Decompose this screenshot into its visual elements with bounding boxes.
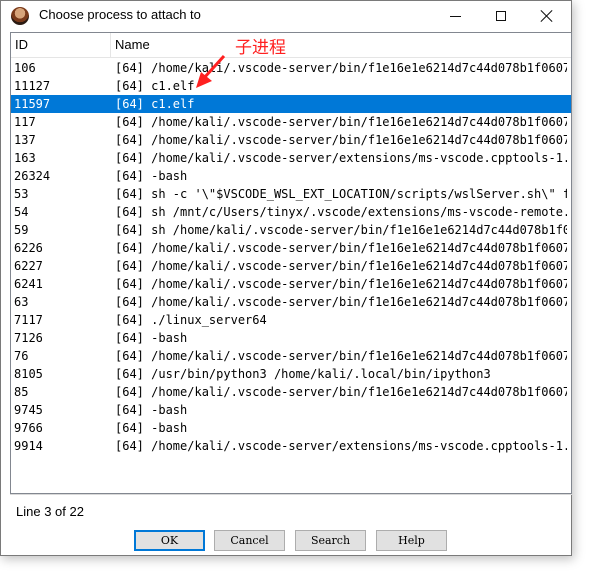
table-row[interactable]: 8105 [64] /usr/bin/python3 /home/kali/.lo… [11,365,571,383]
process-id: 6226 [14,241,43,255]
maximize-button[interactable] [478,1,524,31]
process-id: 163 [14,151,36,165]
process-rows: 106 [64] /home/kali/.vscode-server/bin/f1… [11,59,571,455]
process-name: [64] sh -c '\"$VSCODE_WSL_EXT_LOCATION/s… [115,187,567,201]
process-list[interactable]: ID Name 106 [64] /home/kali/.vscode-serve… [10,32,572,494]
process-name: [64] /home/kali/.vscode-server/extension… [115,151,567,165]
process-name: [64] /home/kali/.vscode-server/bin/f1e16… [115,259,567,273]
process-id: 11127 [14,79,51,93]
process-id: 8105 [14,367,43,381]
table-row[interactable]: 6226 [64] /home/kali/.vscode-server/bin/f… [11,239,571,257]
process-id: 9914 [14,439,43,453]
process-id: 9745 [14,403,43,417]
process-name: [64] -bash [115,169,188,183]
process-name: [64] /home/kali/.vscode-server/extension… [115,439,567,453]
process-id: 11597 [14,97,51,111]
table-row[interactable]: 6241 [64] /home/kali/.vscode-server/bin/f… [11,275,571,293]
table-row[interactable]: 7117 [64] ./linux_server64 [11,311,571,329]
help-button[interactable]: Help [376,530,447,551]
process-name: [64] /home/kali/.vscode-server/bin/f1e16… [115,385,567,399]
process-name: [64] c1.elf [115,97,195,111]
table-row[interactable]: 59 [64] sh /home/kali/.vscode-server/bin/… [11,221,571,239]
status-text: Line 3 of 22 [16,504,84,519]
status-bar: Line 3 of 22 [10,494,572,525]
table-row[interactable]: 6227 [64] /home/kali/.vscode-server/bin/f… [11,257,571,275]
table-row[interactable]: 9914 [64] /home/kali/.vscode-server/exten… [11,437,571,455]
table-row[interactable]: 54 [64] sh /mnt/c/Users/tinyx/.vscode/ext… [11,203,571,221]
process-id: 76 [14,349,29,363]
process-id: 6241 [14,277,43,291]
process-name: [64] /home/kali/.vscode-server/bin/f1e16… [115,349,567,363]
table-row[interactable]: 76 [64] /home/kali/.vscode-server/bin/f1e… [11,347,571,365]
column-header-id[interactable]: ID [15,37,28,52]
process-id: 9766 [14,421,43,435]
process-id: 63 [14,295,29,309]
process-name: [64] sh /mnt/c/Users/tinyx/.vscode/exten… [115,205,567,219]
arrow-icon [196,54,226,88]
process-id: 7117 [14,313,43,327]
process-id: 6227 [14,259,43,273]
process-id: 7126 [14,331,43,345]
process-id: 137 [14,133,36,147]
process-name: [64] ./linux_server64 [115,313,267,327]
table-row[interactable]: 11597 [64] c1.elf [11,95,571,113]
process-id: 26324 [14,169,51,183]
process-id: 54 [14,205,29,219]
minimize-button[interactable] [432,1,478,31]
table-row[interactable]: 137 [64] /home/kali/.vscode-server/bin/f1… [11,131,571,149]
table-row[interactable]: 53 [64] sh -c '\"$VSCODE_WSL_EXT_LOCATION… [11,185,571,203]
process-name: [64] c1.elf [115,79,195,93]
table-row[interactable]: 63 [64] /home/kali/.vscode-server/bin/f1e… [11,293,571,311]
annotation-label: 子进程 [235,38,286,58]
search-button[interactable]: Search [295,530,366,551]
process-name: [64] /home/kali/.vscode-server/bin/f1e16… [115,295,567,309]
table-row[interactable]: 106 [64] /home/kali/.vscode-server/bin/f1… [11,59,571,77]
ok-button[interactable]: OK [134,530,205,551]
process-name: [64] /home/kali/.vscode-server/bin/f1e16… [115,241,567,255]
column-header-name[interactable]: Name [115,37,150,52]
app-avatar-icon [11,7,29,25]
table-row[interactable]: 11127 [64] c1.elf [11,77,571,95]
process-name: [64] -bash [115,403,188,417]
table-row[interactable]: 117 [64] /home/kali/.vscode-server/bin/f1… [11,113,571,131]
minimize-icon [449,15,461,17]
process-name: [64] sh /home/kali/.vscode-server/bin/f1… [115,223,567,237]
table-row[interactable]: 85 [64] /home/kali/.vscode-server/bin/f1e… [11,383,571,401]
table-row[interactable]: 26324 [64] -bash [11,167,571,185]
table-row[interactable]: 9766 [64] -bash [11,419,571,437]
process-name: [64] -bash [115,421,188,435]
list-header: ID Name [11,33,571,58]
process-id: 85 [14,385,29,399]
close-button[interactable] [524,1,570,31]
attach-dialog: Choose process to attach to ID Name 106 [… [0,0,572,556]
title-bar[interactable]: Choose process to attach to [1,1,571,31]
process-id: 117 [14,115,36,129]
table-row[interactable]: 9745 [64] -bash [11,401,571,419]
process-name: [64] /home/kali/.vscode-server/bin/f1e16… [115,277,567,291]
window-title: Choose process to attach to [39,7,201,22]
process-name: [64] /home/kali/.vscode-server/bin/f1e16… [115,133,567,147]
process-id: 53 [14,187,29,201]
table-row[interactable]: 7126 [64] -bash [11,329,571,347]
process-id: 106 [14,61,36,75]
column-divider[interactable] [110,33,111,57]
cancel-button[interactable]: Cancel [214,530,285,551]
maximize-icon [496,11,506,21]
process-id: 59 [14,223,29,237]
table-row[interactable]: 163 [64] /home/kali/.vscode-server/extens… [11,149,571,167]
process-name: [64] /usr/bin/python3 /home/kali/.local/… [115,367,491,381]
process-name: [64] -bash [115,331,188,345]
close-icon [541,10,553,22]
process-name: [64] /home/kali/.vscode-server/bin/f1e16… [115,61,567,75]
process-name: [64] /home/kali/.vscode-server/bin/f1e16… [115,115,567,129]
